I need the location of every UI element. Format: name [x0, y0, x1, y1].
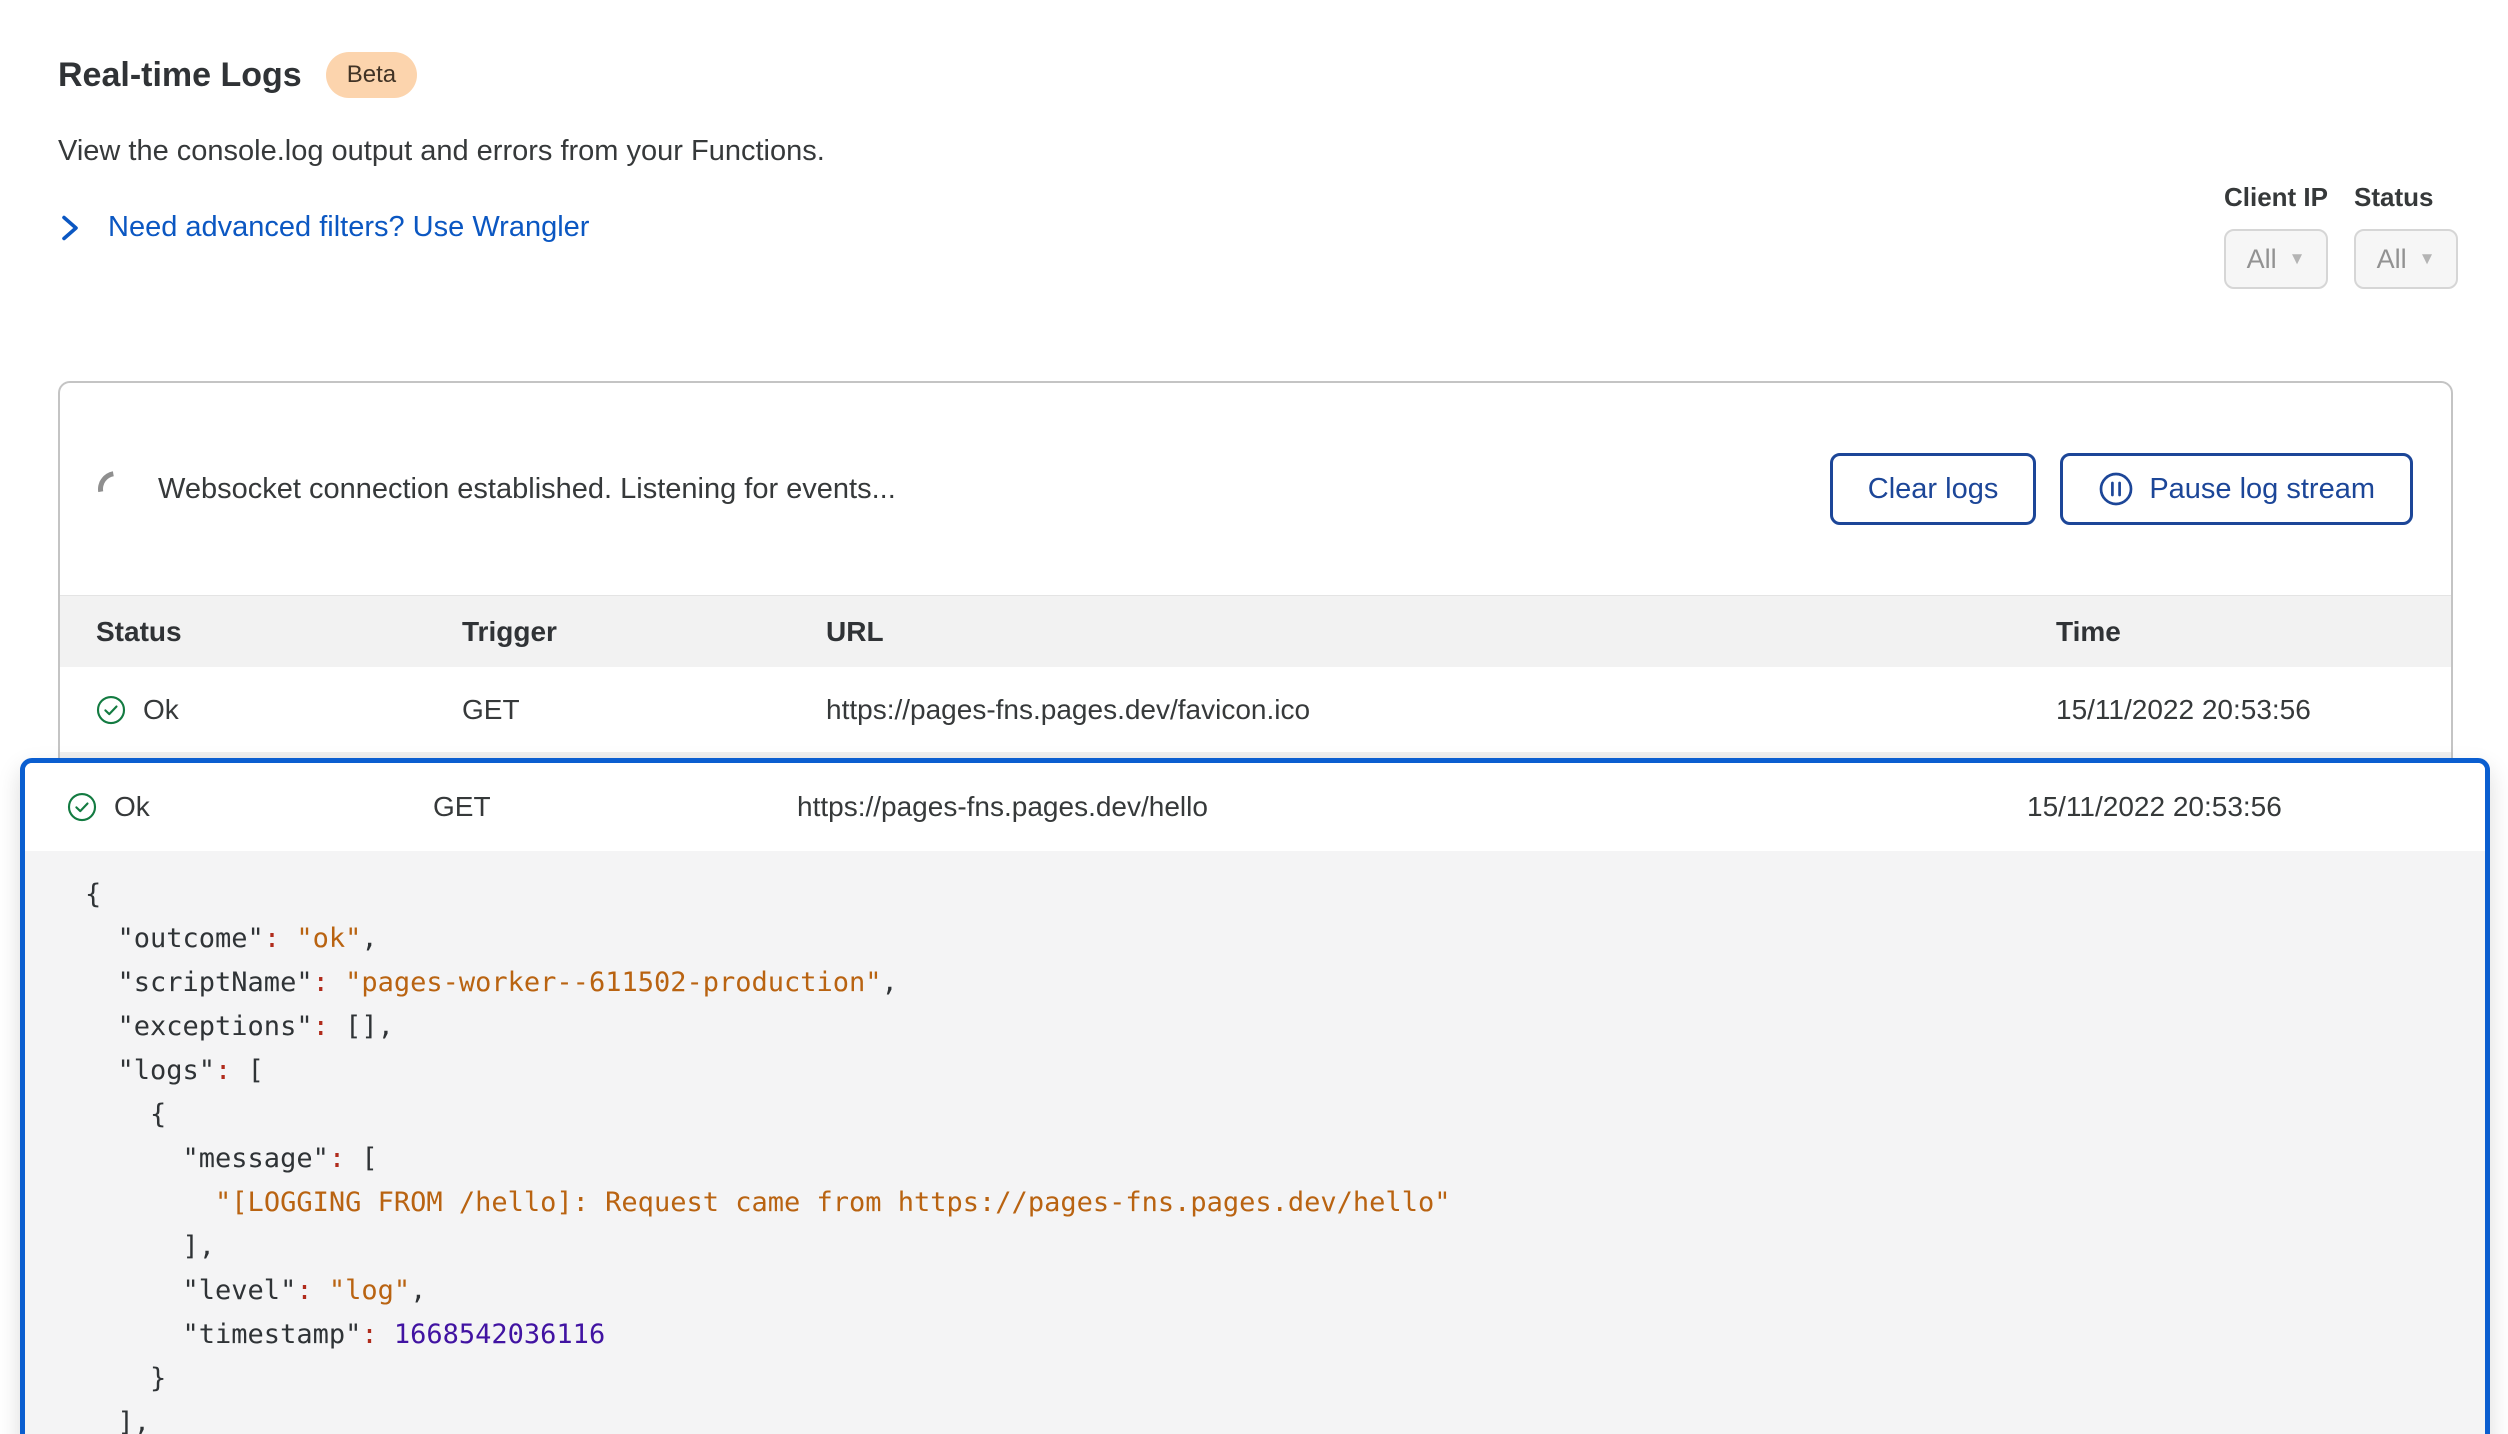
log-row-status: Ok: [114, 791, 150, 823]
log-filters: Client IP All ▼ Status All ▼: [2224, 182, 2458, 289]
status-filter-value: All: [2377, 244, 2407, 275]
status-filter: Status All ▼: [2354, 182, 2458, 289]
status-filter-dropdown[interactable]: All ▼: [2354, 229, 2458, 289]
column-header-trigger: Trigger: [462, 616, 826, 648]
status-ok-icon: [67, 792, 97, 822]
client-ip-filter-value: All: [2247, 244, 2277, 275]
log-row-hello-selected[interactable]: Ok GET https://pages-fns.pages.dev/hello…: [25, 763, 2485, 851]
chevron-down-icon: ▼: [2419, 249, 2436, 269]
chevron-right-icon: [58, 213, 82, 243]
realtime-logs-page: Real-time Logs Beta View the console.log…: [0, 0, 2508, 1434]
column-header-time: Time: [2056, 616, 2451, 648]
page-title: Real-time Logs: [58, 56, 302, 95]
clear-logs-button-label: Clear logs: [1868, 473, 1999, 506]
log-row-status: Ok: [143, 694, 179, 726]
log-row-time: 15/11/2022 20:53:56: [2056, 694, 2451, 726]
pause-log-stream-button[interactable]: Pause log stream: [2060, 453, 2413, 525]
pause-log-stream-button-label: Pause log stream: [2149, 473, 2375, 506]
websocket-status-message: Websocket connection established. Listen…: [158, 473, 896, 506]
log-row-favicon[interactable]: Ok GET https://pages-fns.pages.dev/favic…: [60, 667, 2451, 752]
advanced-filters-link[interactable]: Need advanced filters? Use Wrangler: [58, 211, 825, 244]
clear-logs-button[interactable]: Clear logs: [1830, 453, 2037, 525]
status-filter-label: Status: [2354, 182, 2433, 213]
column-header-status: Status: [96, 616, 462, 648]
log-row-url: https://pages-fns.pages.dev/hello: [797, 791, 2027, 823]
json-view: { "outcome": "ok", "scriptName": "pages-…: [25, 851, 2485, 1434]
beta-badge: Beta: [326, 52, 417, 98]
pause-icon: [2098, 471, 2134, 507]
chevron-down-icon: ▼: [2289, 249, 2306, 269]
client-ip-filter: Client IP All ▼: [2224, 182, 2328, 289]
expanded-log-entry: Ok GET https://pages-fns.pages.dev/hello…: [20, 758, 2490, 1434]
log-row-url: https://pages-fns.pages.dev/favicon.ico: [826, 694, 2056, 726]
column-header-url: URL: [826, 616, 2056, 648]
logs-toolbar: Websocket connection established. Listen…: [60, 383, 2451, 595]
log-row-time: 15/11/2022 20:53:56: [2027, 791, 2485, 823]
log-row-trigger: GET: [462, 694, 826, 726]
logs-card: Websocket connection established. Listen…: [58, 381, 2453, 773]
client-ip-filter-label: Client IP: [2224, 182, 2328, 213]
page-header: Real-time Logs Beta View the console.log…: [58, 52, 825, 244]
client-ip-filter-dropdown[interactable]: All ▼: [2224, 229, 2328, 289]
advanced-filters-link-label: Need advanced filters? Use Wrangler: [108, 211, 589, 244]
log-row-trigger: GET: [433, 791, 797, 823]
log-table-header: Status Trigger URL Time: [60, 595, 2451, 667]
status-ok-icon: [96, 695, 126, 725]
spinner-icon: [91, 464, 141, 514]
page-description: View the console.log output and errors f…: [58, 135, 825, 168]
